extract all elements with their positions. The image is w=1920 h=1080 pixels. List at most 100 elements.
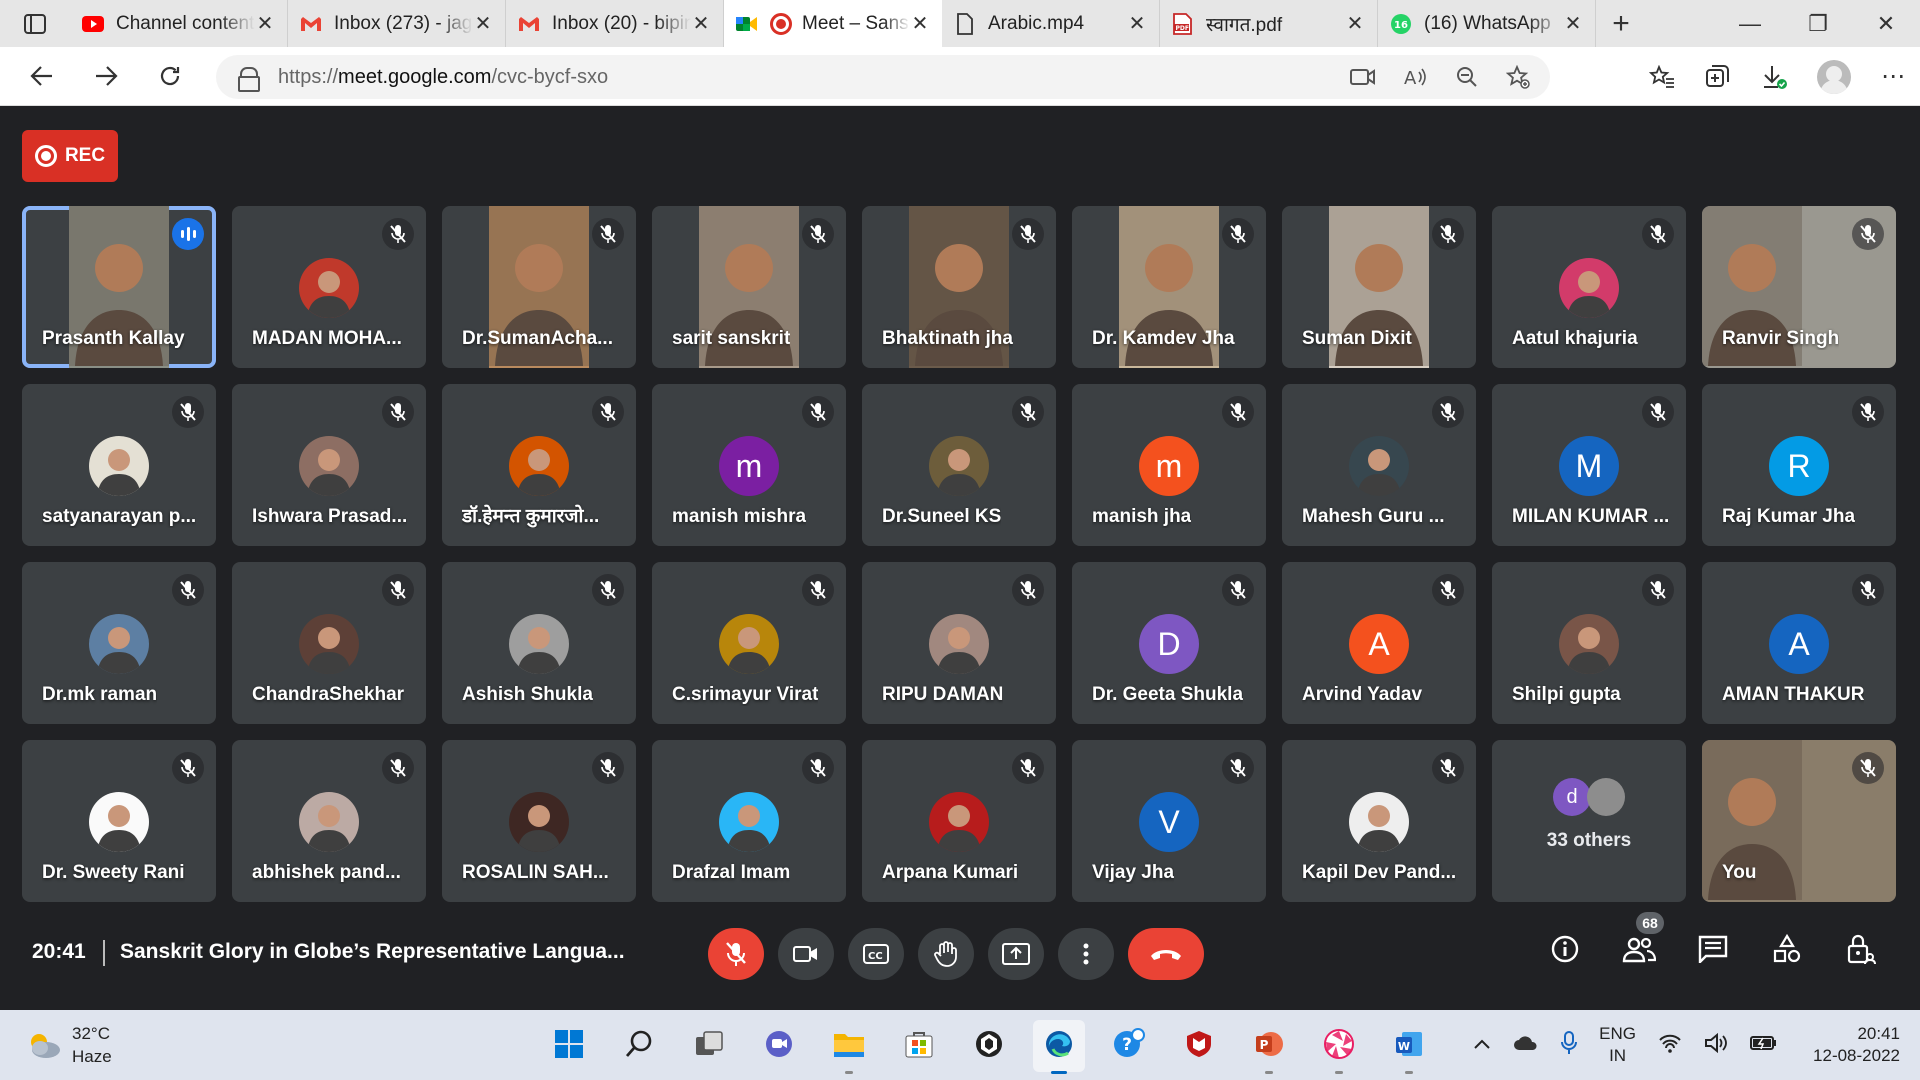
host-controls-button[interactable] (1842, 930, 1880, 968)
more-options-button[interactable] (1058, 928, 1114, 980)
taskbar-app-button[interactable] (963, 1020, 1015, 1072)
address-field[interactable]: https://meet.google.com/cvc-bycf-sxo A (216, 55, 1550, 99)
leave-call-button[interactable] (1128, 928, 1204, 980)
back-button[interactable] (10, 47, 74, 106)
participant-tile[interactable]: A AMAN THAKUR (1702, 562, 1896, 724)
browser-tab[interactable]: Inbox (20) - bipin ✕ (506, 0, 724, 47)
participant-tile[interactable]: Dr. Sweety Rani (22, 740, 216, 902)
battery-charging-icon[interactable] (1750, 1034, 1778, 1057)
collections-icon[interactable] (1705, 64, 1731, 90)
participant-tile[interactable]: Aatul khajuria (1492, 206, 1686, 368)
participant-tile[interactable]: Dr.SumanAcha... (442, 206, 636, 368)
volume-icon[interactable] (1704, 1032, 1728, 1058)
close-window-button[interactable]: ✕ (1852, 0, 1920, 47)
taskbar-mcafee-button[interactable] (1173, 1020, 1225, 1072)
participant-tile[interactable]: C.srimayur Virat (652, 562, 846, 724)
participant-tile[interactable]: m manish jha (1072, 384, 1266, 546)
meeting-details-button[interactable] (1546, 930, 1584, 968)
participant-tile[interactable]: Ishwara Prasad... (232, 384, 426, 546)
participant-tile[interactable]: Drafzal Imam (652, 740, 846, 902)
browser-tab[interactable]: PDF स्वागत.pdf ✕ (1160, 0, 1378, 47)
onedrive-cloud-icon[interactable] (1513, 1035, 1539, 1056)
tab-actions-button[interactable] (0, 0, 70, 47)
new-tab-button[interactable]: + (1596, 7, 1646, 41)
tab-close-icon[interactable]: ✕ (1127, 11, 1147, 36)
people-button[interactable]: 68 (1620, 912, 1664, 968)
present-screen-button[interactable] (988, 928, 1044, 980)
participant-tile[interactable]: Ashish Shukla (442, 562, 636, 724)
microphone-tray-icon[interactable] (1561, 1030, 1578, 1060)
profile-avatar[interactable] (1817, 59, 1851, 94)
participant-tile[interactable]: V Vijay Jha (1072, 740, 1266, 902)
participant-tile[interactable]: Ranvir Singh (1702, 206, 1896, 368)
taskbar-task-view-button[interactable] (683, 1020, 735, 1072)
wifi-icon[interactable] (1658, 1033, 1682, 1058)
participant-tile[interactable]: d 33 others (1492, 740, 1686, 902)
input-language[interactable]: ENG IN (1599, 1023, 1636, 1067)
participant-tile[interactable]: ROSALIN SAH... (442, 740, 636, 902)
participant-tile[interactable]: Mahesh Guru ... (1282, 384, 1476, 546)
participant-tile[interactable]: RIPU DAMAN (862, 562, 1056, 724)
tab-close-icon[interactable]: ✕ (1563, 11, 1583, 36)
participant-tile[interactable]: satyanarayan p... (22, 384, 216, 546)
participant-tile[interactable]: Shilpi gupta (1492, 562, 1686, 724)
participant-tile[interactable]: m manish mishra (652, 384, 846, 546)
participant-tile[interactable]: Arpana Kumari (862, 740, 1056, 902)
clock-date[interactable]: 20:41 12-08-2022 (1800, 1023, 1900, 1067)
reload-button[interactable] (138, 47, 202, 106)
taskbar-photos-button[interactable] (1313, 1020, 1365, 1074)
participant-tile[interactable]: MADAN MOHA... (232, 206, 426, 368)
participant-tile[interactable]: Dr. Kamdev Jha (1072, 206, 1266, 368)
weather-widget[interactable]: 32°C Haze (26, 1022, 112, 1068)
camera-in-use-icon[interactable] (1350, 68, 1376, 86)
settings-menu-icon[interactable]: ⋯ (1881, 62, 1906, 91)
restore-button[interactable]: ❐ (1784, 0, 1852, 47)
zoom-icon[interactable] (1456, 66, 1478, 88)
captions-button[interactable]: CC (848, 928, 904, 980)
browser-tab[interactable]: Arabic.mp4 ✕ (942, 0, 1160, 47)
add-favorite-icon[interactable] (1506, 65, 1530, 89)
taskbar-powerpoint-button[interactable]: P (1243, 1020, 1295, 1074)
browser-tab[interactable]: Meet – Sanskrit Glory✕ (724, 0, 942, 47)
taskbar-search-button[interactable] (613, 1020, 665, 1072)
participant-tile[interactable]: Prasanth Kallay (22, 206, 216, 368)
participant-tile[interactable]: Suman Dixit (1282, 206, 1476, 368)
participant-tile[interactable]: abhishek pand... (232, 740, 426, 902)
participant-tile[interactable]: Dr.mk raman (22, 562, 216, 724)
participant-tile[interactable]: Bhaktinath jha (862, 206, 1056, 368)
participant-tile[interactable]: M MILAN KUMAR ... (1492, 384, 1686, 546)
participant-tile[interactable]: A Arvind Yadav (1282, 562, 1476, 724)
participant-tile[interactable]: Dr.Suneel KS (862, 384, 1056, 546)
browser-tab[interactable]: Inbox (273) - jagdish✕ (288, 0, 506, 47)
participant-tile[interactable]: You (1702, 740, 1896, 902)
tab-close-icon[interactable]: ✕ (691, 11, 711, 36)
microphone-toggle-button[interactable] (708, 928, 764, 980)
participant-tile[interactable]: Kapil Dev Pand... (1282, 740, 1476, 902)
recording-badge[interactable]: REC (22, 130, 118, 182)
participant-tile[interactable]: D Dr. Geeta Shukla (1072, 562, 1266, 724)
tab-close-icon[interactable]: ✕ (910, 11, 930, 36)
forward-button[interactable] (74, 47, 138, 106)
camera-toggle-button[interactable] (778, 928, 834, 980)
taskbar-file-explorer-button[interactable] (823, 1020, 875, 1074)
browser-tab[interactable]: Channel content - YouTube Studio✕ (70, 0, 288, 47)
taskbar-help-button[interactable]: ? (1103, 1020, 1155, 1072)
chat-button[interactable] (1694, 930, 1732, 968)
participant-tile[interactable]: ChandraShekhar (232, 562, 426, 724)
downloads-icon[interactable] (1761, 64, 1787, 90)
read-aloud-icon[interactable]: A (1404, 66, 1428, 88)
participant-tile[interactable]: sarit sanskrit (652, 206, 846, 368)
raise-hand-button[interactable] (918, 928, 974, 980)
show-hidden-icons-chevron-icon[interactable] (1473, 1035, 1491, 1055)
tab-close-icon[interactable]: ✕ (473, 11, 493, 36)
taskbar-store-button[interactable] (893, 1020, 945, 1072)
participant-tile[interactable]: डॉ.हेमन्त कुमारजो... (442, 384, 636, 546)
taskbar-edge-button[interactable] (1033, 1020, 1085, 1074)
favorites-icon[interactable] (1649, 64, 1675, 89)
taskbar-teams-chat-button[interactable] (753, 1020, 805, 1072)
taskbar-windows-start-button[interactable] (543, 1020, 595, 1072)
taskbar-word-button[interactable]: W (1383, 1020, 1435, 1074)
tab-close-icon[interactable]: ✕ (255, 11, 275, 36)
minimize-button[interactable]: — (1716, 0, 1784, 47)
tab-close-icon[interactable]: ✕ (1345, 11, 1365, 36)
